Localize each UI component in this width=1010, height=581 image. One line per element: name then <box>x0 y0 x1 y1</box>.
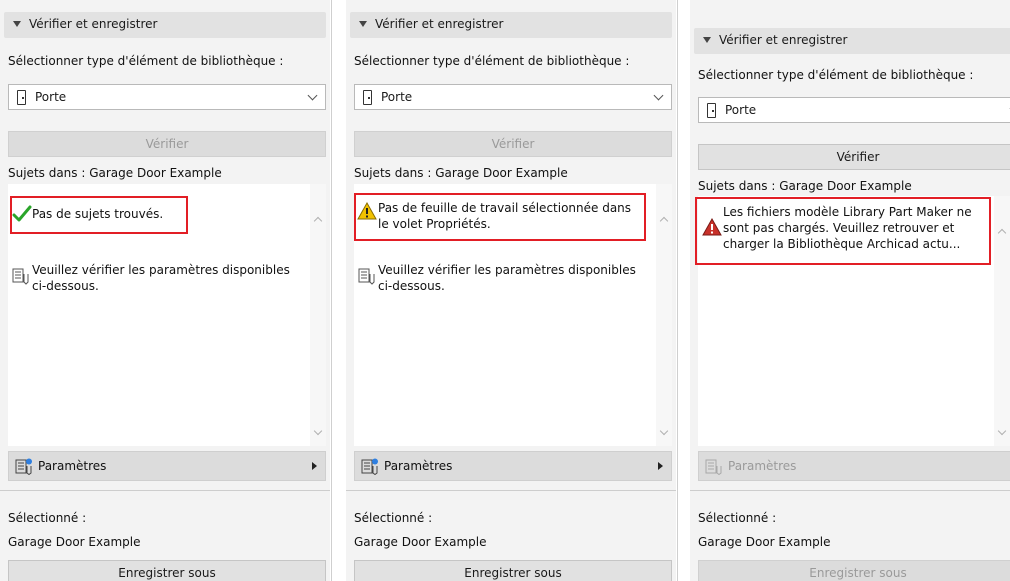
door-icon <box>363 90 372 105</box>
scrollbar[interactable] <box>310 184 326 446</box>
library-type-value: Porte <box>381 90 413 104</box>
scroll-up-icon[interactable] <box>997 228 1007 238</box>
subjects-label: Sujets dans : Garage Door Example <box>8 166 222 180</box>
scroll-down-icon[interactable] <box>659 426 669 436</box>
highlight-box <box>354 193 646 241</box>
subjects-label: Sujets dans : Garage Door Example <box>354 166 568 180</box>
collapse-triangle-icon[interactable] <box>13 21 21 27</box>
chevron-right-icon <box>658 462 663 470</box>
select-type-label: Sélectionner type d'élément de bibliothè… <box>8 54 284 68</box>
save-as-button[interactable]: Enregistrer sous <box>698 560 1010 581</box>
save-as-button[interactable]: Enregistrer sous <box>8 560 326 581</box>
collapse-triangle-icon[interactable] <box>359 21 367 27</box>
selected-label: Sélectionné : <box>354 511 433 525</box>
verify-button[interactable]: Vérifier <box>8 131 326 157</box>
info-line: Veuillez vérifier les paramètres disponi… <box>378 263 636 277</box>
verify-button[interactable]: Vérifier <box>698 144 1010 170</box>
section-header[interactable]: Vérifier et enregistrer <box>694 28 1010 54</box>
chevron-right-icon <box>312 462 317 470</box>
info-line: ci-dessous. <box>378 279 445 293</box>
select-type-label: Sélectionner type d'élément de bibliothè… <box>354 54 630 68</box>
info-message: Veuillez vérifier les paramètres disponi… <box>378 262 663 294</box>
library-type-value: Porte <box>35 90 67 104</box>
parameters-label: Paramètres <box>728 459 797 473</box>
scroll-up-icon[interactable] <box>659 216 669 226</box>
selected-value: Garage Door Example <box>698 535 831 549</box>
parameters-list-icon <box>358 268 375 285</box>
selected-value: Garage Door Example <box>354 535 487 549</box>
section-header[interactable]: Vérifier et enregistrer <box>4 12 326 38</box>
divider <box>690 490 1010 491</box>
save-as-button[interactable]: Enregistrer sous <box>354 560 672 581</box>
verify-button[interactable]: Vérifier <box>354 131 672 157</box>
library-type-dropdown[interactable]: Porte <box>8 84 326 110</box>
parameters-button[interactable]: Paramètres <box>698 451 1010 481</box>
parameters-icon <box>705 459 722 475</box>
panel-3: Vérifier et enregistrer Sélectionner typ… <box>690 0 1010 581</box>
selected-value: Garage Door Example <box>8 535 141 549</box>
subjects-label: Sujets dans : Garage Door Example <box>698 179 912 193</box>
scroll-up-icon[interactable] <box>313 216 323 226</box>
scroll-down-icon[interactable] <box>997 426 1007 436</box>
scrollbar[interactable] <box>994 196 1010 446</box>
section-title: Vérifier et enregistrer <box>375 17 504 31</box>
door-icon <box>707 103 716 118</box>
panel-2: Vérifier et enregistrer Sélectionner typ… <box>346 0 676 581</box>
library-type-value: Porte <box>725 103 757 117</box>
section-header[interactable]: Vérifier et enregistrer <box>350 12 672 38</box>
parameters-list-icon <box>12 268 29 285</box>
library-type-dropdown[interactable]: Porte <box>354 84 672 110</box>
door-icon <box>17 90 26 105</box>
selected-label: Sélectionné : <box>8 511 87 525</box>
library-type-dropdown[interactable]: Porte <box>698 97 1010 123</box>
parameters-label: Paramètres <box>384 459 453 473</box>
collapse-triangle-icon[interactable] <box>703 37 711 43</box>
divider <box>0 490 330 491</box>
divider <box>346 490 676 491</box>
panel-1: Vérifier et enregistrer Sélectionner typ… <box>0 0 330 581</box>
chevron-down-icon[interactable] <box>653 90 664 101</box>
parameters-button[interactable]: Paramètres <box>8 451 326 481</box>
parameters-icon <box>15 458 32 475</box>
selected-label: Sélectionné : <box>698 511 777 525</box>
info-message: Veuillez vérifier les paramètres disponi… <box>32 262 317 294</box>
panel-divider <box>677 0 678 581</box>
panel-divider <box>331 0 332 581</box>
parameters-button[interactable]: Paramètres <box>354 451 672 481</box>
section-title: Vérifier et enregistrer <box>29 17 158 31</box>
parameters-icon <box>361 458 378 475</box>
parameters-label: Paramètres <box>38 459 107 473</box>
highlight-box <box>695 197 991 265</box>
scroll-down-icon[interactable] <box>313 426 323 436</box>
chevron-down-icon[interactable] <box>307 90 318 101</box>
info-line: ci-dessous. <box>32 279 99 293</box>
highlight-box <box>10 196 188 234</box>
info-line: Veuillez vérifier les paramètres disponi… <box>32 263 290 277</box>
section-title: Vérifier et enregistrer <box>719 33 848 47</box>
scrollbar[interactable] <box>656 184 672 446</box>
select-type-label: Sélectionner type d'élément de bibliothè… <box>698 68 974 82</box>
